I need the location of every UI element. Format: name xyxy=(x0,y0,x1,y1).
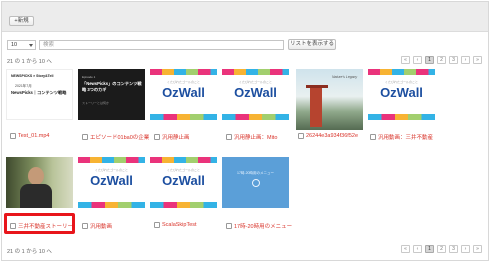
result-count-bottom: 21 の 1 から 10 へ xyxy=(7,249,52,255)
search-input[interactable]: 検索 xyxy=(39,40,284,50)
thumbnail-episode[interactable]: Episode 1 「NewsPicks」のコンテンツ戦略 3つのカギ ストーリ… xyxy=(78,69,145,120)
prev-page-button[interactable]: ‹ xyxy=(413,56,422,64)
thumbnail-ozwall-4[interactable]: くたびれたゴールのこと OzWall xyxy=(78,157,145,208)
ozwall-sub: くたびれたゴールのこと xyxy=(166,168,200,172)
ozwall-sub: くたびれたゴールのこと xyxy=(166,80,200,84)
person-body xyxy=(20,184,52,208)
thumbnail-ozwall-2[interactable]: くたびれたゴールのこと OzWall xyxy=(222,69,289,120)
media-item[interactable]: ScalaSkipTest xyxy=(154,222,197,228)
media-item[interactable]: エピソード01ba0の企業 xyxy=(82,133,149,141)
highlight-box xyxy=(4,213,75,234)
item-checkbox[interactable] xyxy=(82,134,88,140)
thumbnail-ozwall-1[interactable]: くたびれたゴールのこと OzWall xyxy=(150,69,217,120)
show-list-button[interactable]: リストを表示する xyxy=(288,39,336,50)
page-1-button[interactable]: 1 xyxy=(425,245,434,253)
item-checkbox[interactable] xyxy=(154,134,160,140)
item-checkbox[interactable] xyxy=(226,223,232,229)
media-item[interactable]: 汎用動画：三井不動産 xyxy=(370,133,433,141)
last-page-button[interactable]: » xyxy=(473,56,482,64)
per-page-select[interactable]: 10 xyxy=(7,40,36,50)
ozwall-sub: くたびれたゴールのこと xyxy=(384,80,418,84)
photo-title: Nature's Legacy xyxy=(332,75,358,79)
pagination-top: « ‹ 1 2 3 › » xyxy=(401,56,482,64)
first-page-button[interactable]: « xyxy=(401,245,410,253)
item-caption[interactable]: 汎用動画：三井不動産 xyxy=(378,133,433,141)
newspicks-date: 2021年7月 xyxy=(15,84,32,88)
page-2-button[interactable]: 2 xyxy=(437,245,446,253)
item-checkbox[interactable] xyxy=(82,223,88,229)
new-button[interactable]: +新規 xyxy=(9,16,34,26)
slide-text: 17時-20時用のメニュー xyxy=(237,171,274,175)
photo-gate xyxy=(310,87,322,127)
newspicks-title: NewsPicks｜コンテンツ戦略 xyxy=(11,90,67,95)
item-checkbox[interactable] xyxy=(226,134,232,140)
thumbnail-photo[interactable]: Nature's Legacy xyxy=(296,69,363,130)
thumbnail-newspicks[interactable]: NEWSPICKS × Story&Tell 2021年7月 NewsPicks… xyxy=(6,69,73,120)
per-page-value: 10 xyxy=(11,42,18,48)
item-caption[interactable]: 汎用動画 xyxy=(90,222,112,230)
ozwall-sub: くたびれたゴールのこと xyxy=(94,168,128,172)
item-caption[interactable]: 17時-20時用のメニュー xyxy=(234,222,292,230)
ozwall-sub: くたびれたゴールのこと xyxy=(238,80,272,84)
chevron-down-icon xyxy=(29,44,33,47)
ozwall-logo: OzWall xyxy=(90,173,133,188)
item-caption[interactable]: 汎用静止画：Mito xyxy=(234,133,277,141)
item-caption[interactable]: エピソード01ba0の企業 xyxy=(90,133,149,141)
thumbnail-menu-slide[interactable]: 17時-20時用のメニュー xyxy=(222,157,289,208)
media-item[interactable]: 汎用動画 xyxy=(82,222,112,230)
last-page-button[interactable]: » xyxy=(473,245,482,253)
item-caption[interactable]: Test_01.mp4 xyxy=(18,133,50,139)
newspicks-brand: NEWSPICKS × Story&Tell xyxy=(11,74,54,78)
ozwall-logo: OzWall xyxy=(234,85,277,100)
thumbnail-video-person[interactable] xyxy=(6,157,73,208)
ozwall-logo: OzWall xyxy=(162,173,205,188)
toolbar: +新規 xyxy=(2,2,488,32)
next-page-button[interactable]: › xyxy=(461,245,470,253)
page-1-button[interactable]: 1 xyxy=(425,56,434,64)
page-2-button[interactable]: 2 xyxy=(437,56,446,64)
first-page-button[interactable]: « xyxy=(401,56,410,64)
ozwall-logo: OzWall xyxy=(162,85,205,100)
episode-footer: ストーリーとは何か xyxy=(82,101,110,105)
photo-gate-beam xyxy=(306,85,328,88)
person-face xyxy=(28,167,44,185)
item-caption[interactable]: ScalaSkipTest xyxy=(162,222,197,228)
result-count-top: 21 の 1 から 10 へ xyxy=(7,59,52,65)
item-checkbox[interactable] xyxy=(370,134,376,140)
page-3-button[interactable]: 3 xyxy=(449,245,458,253)
media-item[interactable]: 26244e3a934f36f52e xyxy=(298,133,358,139)
media-library-panel: +新規 10 検索 リストを表示する 21 の 1 から 10 へ « ‹ 1 … xyxy=(1,1,489,261)
thumbnail-ozwall-3[interactable]: くたびれたゴールのこと OzWall xyxy=(368,69,435,120)
page-3-button[interactable]: 3 xyxy=(449,56,458,64)
slide-circle-icon xyxy=(252,179,260,187)
item-checkbox[interactable] xyxy=(298,133,304,139)
episode-tag: Episode 1 xyxy=(82,75,96,79)
thumbnail-ozwall-5[interactable]: くたびれたゴールのこと OzWall xyxy=(150,157,217,208)
ozwall-logo: OzWall xyxy=(380,85,423,100)
next-page-button[interactable]: › xyxy=(461,56,470,64)
item-caption[interactable]: 26244e3a934f36f52e xyxy=(306,133,358,139)
media-item[interactable]: Test_01.mp4 xyxy=(10,133,50,139)
media-item[interactable]: 17時-20時用のメニュー xyxy=(226,222,292,230)
item-caption[interactable]: 汎用静止画 xyxy=(162,133,190,141)
prev-page-button[interactable]: ‹ xyxy=(413,245,422,253)
item-checkbox[interactable] xyxy=(154,222,160,228)
item-checkbox[interactable] xyxy=(10,133,16,139)
media-item[interactable]: 汎用静止画：Mito xyxy=(226,133,277,141)
pagination-bottom: « ‹ 1 2 3 › » xyxy=(401,245,482,253)
media-item[interactable]: 汎用静止画 xyxy=(154,133,190,141)
episode-title: 「NewsPicks」のコンテンツ戦略 3つのカギ xyxy=(82,81,142,92)
